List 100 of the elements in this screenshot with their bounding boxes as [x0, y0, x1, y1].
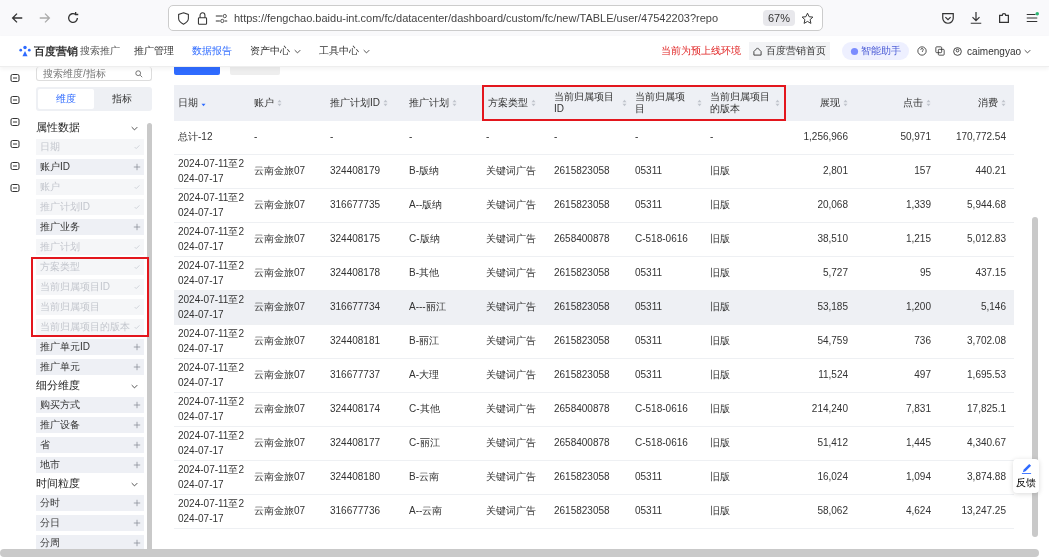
column-header[interactable]: 方案类型	[482, 85, 550, 121]
dimension-item[interactable]: 推广单元	[36, 359, 144, 375]
plus-icon[interactable]	[133, 421, 141, 429]
dimension-item[interactable]: 推广设备	[36, 417, 144, 433]
dimension-item[interactable]: 分时	[36, 495, 144, 511]
chevron-icon[interactable]	[131, 125, 138, 131]
forward-icon[interactable]	[38, 11, 52, 25]
dimension-item[interactable]: 推广业务	[36, 219, 144, 235]
secondary-button[interactable]	[230, 67, 280, 75]
primary-button[interactable]	[174, 67, 220, 75]
search-icon[interactable]	[135, 69, 143, 78]
column-header[interactable]: 当前归属项目	[631, 85, 706, 121]
sort-icon[interactable]	[1001, 99, 1006, 107]
pocket-icon[interactable]	[941, 11, 955, 25]
address-bar[interactable]: https://fengchao.baidu-int.com/fc/datacenter/dashboard/custom/fc/new/TABLE/user/47542203?repo 67%	[168, 5, 823, 31]
column-header[interactable]: 当前归属项目的版本	[706, 85, 786, 121]
table-cell: 关键词广告	[486, 402, 536, 417]
back-icon[interactable]	[10, 11, 24, 25]
dimension-item[interactable]: 省	[36, 437, 144, 453]
chevron-icon[interactable]	[131, 383, 138, 389]
sidebar-nav-icon[interactable]	[10, 183, 20, 193]
sidebar-nav-icon[interactable]	[10, 95, 20, 105]
download-icon[interactable]	[969, 11, 983, 25]
nav-menu-item[interactable]: 数据报告	[192, 44, 232, 58]
sort-icon[interactable]	[926, 99, 931, 107]
table-cell: 05311	[635, 504, 663, 519]
plus-icon[interactable]	[133, 223, 141, 231]
sidebar-nav-icon[interactable]	[10, 117, 20, 127]
caret-icon[interactable]	[363, 48, 370, 54]
menu-icon[interactable]	[1025, 11, 1039, 25]
plus-icon[interactable]	[133, 363, 141, 371]
column-header[interactable]: 日期	[174, 85, 250, 121]
table-cell: 旧版	[710, 266, 730, 281]
sidebar-nav-icon[interactable]	[10, 161, 20, 171]
dimension-item[interactable]: 购买方式	[36, 397, 144, 413]
column-header[interactable]: 推广计划ID	[326, 85, 405, 121]
column-header[interactable]: 展现	[786, 85, 856, 121]
dimension-item[interactable]: 地市	[36, 457, 144, 473]
table-cell: 214,240	[811, 402, 848, 417]
dimension-item[interactable]: 账户ID	[36, 159, 144, 175]
sort-icon[interactable]	[622, 99, 627, 107]
nav-menu-item[interactable]: 推广管理	[134, 44, 174, 58]
plus-icon[interactable]	[133, 499, 141, 507]
sort-icon[interactable]	[697, 99, 702, 107]
lock-icon	[196, 11, 209, 25]
chevron-icon[interactable]	[131, 481, 138, 487]
sort-icon[interactable]	[383, 99, 388, 107]
check-icon	[133, 263, 141, 271]
table-cell: 云南金旅07	[254, 198, 306, 213]
zoom-badge[interactable]: 67%	[762, 10, 795, 26]
dimension-item[interactable]: 推广单元ID	[36, 339, 144, 355]
table-cell: C-518-0616	[635, 232, 688, 247]
table-cell: 5,012.83	[967, 232, 1006, 247]
dimension-item[interactable]: 分日	[36, 515, 144, 531]
table-cell: 旧版	[710, 402, 730, 417]
sort-icon[interactable]	[775, 99, 780, 107]
star-icon[interactable]	[801, 11, 814, 25]
home-icon[interactable]	[753, 46, 763, 56]
scrollbar[interactable]	[147, 123, 152, 551]
search-field[interactable]: 搜索维度/指标	[36, 67, 152, 81]
sidebar-nav-icon[interactable]	[10, 73, 20, 83]
caret-icon[interactable]	[294, 48, 301, 54]
plus-icon[interactable]	[133, 461, 141, 469]
sort-icon[interactable]	[277, 99, 282, 107]
column-header[interactable]: 推广计划	[405, 85, 482, 121]
help-icon[interactable]	[917, 46, 928, 56]
plus-icon[interactable]	[133, 441, 141, 449]
extensions-icon[interactable]	[997, 11, 1011, 25]
column-header[interactable]: 点击	[856, 85, 939, 121]
caret-icon[interactable]	[1024, 48, 1031, 54]
table-cell: 324408177	[330, 436, 381, 451]
sidebar-nav-icon[interactable]	[10, 139, 20, 149]
table-cell: C-版纳	[409, 232, 440, 247]
section-title: 时间粒度	[36, 477, 80, 491]
sort-icon[interactable]	[452, 99, 457, 107]
table-cell-text: 2024-07-11至2024-07-17	[178, 429, 245, 458]
plus-icon[interactable]	[133, 343, 141, 351]
column-header[interactable]: 账户	[250, 85, 326, 121]
nav-menu-item[interactable]: 工具中心	[319, 44, 370, 58]
feedback-button[interactable]: 反馈	[1013, 459, 1039, 493]
table-cell: 旧版	[710, 436, 730, 451]
nav-menu-item[interactable]: 资产中心	[250, 44, 301, 58]
check-icon	[133, 243, 141, 251]
check-icon	[133, 323, 141, 331]
plus-icon[interactable]	[133, 163, 141, 171]
user-menu[interactable]: caimengyao	[953, 45, 1031, 57]
plus-icon[interactable]	[133, 539, 141, 547]
assistant-button[interactable]: 智能助手	[842, 42, 910, 60]
dimension-tab[interactable]: 指标	[94, 89, 150, 109]
plus-icon[interactable]	[133, 401, 141, 409]
reload-icon[interactable]	[66, 11, 80, 25]
column-header[interactable]: 消费	[939, 85, 1014, 121]
home-link[interactable]: 百度营销首页	[749, 42, 831, 60]
sort-icon[interactable]	[843, 99, 848, 107]
plus-icon[interactable]	[133, 519, 141, 527]
dimension-tab[interactable]: 维度	[38, 89, 94, 109]
scrollbar[interactable]	[0, 549, 1039, 557]
column-header[interactable]: 当前归属项目ID	[550, 85, 631, 121]
sort-icon[interactable]	[531, 99, 536, 107]
copy-icon[interactable]	[935, 46, 946, 56]
